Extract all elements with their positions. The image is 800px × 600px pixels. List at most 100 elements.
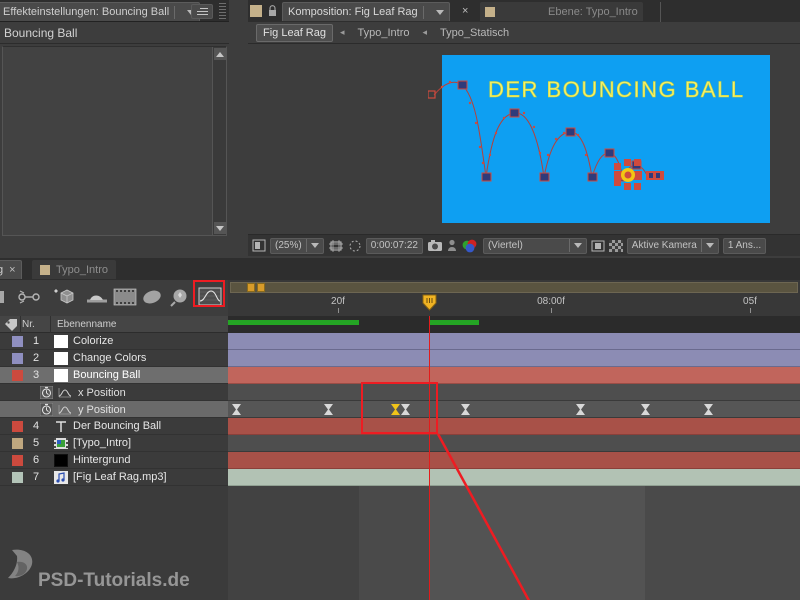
value-graph-icon[interactable] [58, 404, 72, 415]
work-area-bar[interactable] [230, 282, 798, 293]
snapshot-camera-icon[interactable] [427, 238, 443, 254]
property-name[interactable]: y Position [78, 404, 126, 416]
panel-menu-icon[interactable] [191, 4, 213, 19]
tab-ebene-typo-intro[interactable]: Ebene: Typo_Intro [480, 2, 643, 21]
vertical-scrollbar[interactable] [212, 47, 226, 235]
layer-row-4[interactable]: 4 Der Bouncing Ball [0, 418, 228, 435]
layer-name[interactable]: Der Bouncing Ball [73, 420, 161, 432]
lock-icon[interactable] [268, 5, 277, 17]
divider [569, 239, 570, 252]
keyframe-row-y-position[interactable] [228, 401, 800, 418]
panel-grip[interactable] [219, 3, 226, 19]
layer-row-6[interactable]: 6 Hintergrund [0, 452, 228, 469]
mask-visibility-icon[interactable] [348, 238, 362, 254]
keyframe-icon[interactable] [704, 404, 713, 415]
layer-name[interactable]: Hintergrund [73, 454, 130, 466]
layer-color-swatch[interactable] [12, 455, 23, 466]
breadcrumb: Fig Leaf Rag ◂ Typo_Intro ◂ Typo_Statisc… [248, 22, 800, 44]
layer-swatch [40, 265, 50, 275]
keyframe-icon[interactable] [641, 404, 650, 415]
layer-number: 4 [33, 420, 39, 432]
tab-separator [660, 2, 661, 22]
choose-grid-icon[interactable] [328, 238, 344, 254]
magnification-dropdown[interactable]: (25%) [270, 238, 324, 254]
black-solid-icon [54, 454, 68, 467]
breadcrumb-item-2[interactable]: Typo_Statisch [434, 25, 515, 41]
current-time-display[interactable]: 0:00:07:22 [366, 238, 423, 254]
chevron-down-icon[interactable] [706, 243, 714, 248]
layer-row-2[interactable]: 2 Change Colors [0, 350, 228, 367]
property-row-y-position[interactable]: y Position [0, 401, 228, 418]
layer-row-3[interactable]: 3 Bouncing Ball [0, 367, 228, 384]
keyframe-icon[interactable] [461, 404, 470, 415]
property-row-x-position[interactable]: x Position [0, 384, 228, 401]
timeline-ruler[interactable]: 20f 08:00f 05f [228, 280, 800, 316]
motion-blur-icon[interactable] [84, 287, 106, 307]
resolution-dropdown[interactable]: (Viertel) [483, 238, 587, 254]
transparency-grid-icon[interactable] [609, 238, 623, 254]
breadcrumb-item-1[interactable]: Typo_Intro [352, 25, 416, 41]
layer-swatch [485, 7, 495, 17]
parent-link-icon[interactable] [18, 287, 40, 307]
viewer-canvas-area[interactable]: DER BOUNCING BALL [248, 45, 800, 233]
layer-color-swatch[interactable] [12, 353, 23, 364]
layer-bar-bouncing-ball[interactable] [228, 367, 800, 384]
layer-color-swatch[interactable] [12, 370, 23, 381]
layer-bar-change-colors[interactable] [228, 350, 800, 367]
chevron-down-icon[interactable] [436, 10, 444, 15]
layer-row-7[interactable]: 7 [Fig Leaf Rag.mp3] [0, 469, 228, 486]
layer-color-swatch[interactable] [12, 421, 23, 432]
layer-row-1[interactable]: 1 Colorize [0, 333, 228, 350]
layer-number: 1 [33, 335, 39, 347]
close-icon[interactable]: × [462, 5, 468, 17]
tab-komposition-fig-leaf-rag[interactable]: Komposition: Fig Leaf Rag [282, 2, 450, 21]
layer-3d-icon[interactable] [50, 287, 72, 307]
scroll-down-icon[interactable] [214, 222, 226, 234]
stopwatch-icon[interactable] [40, 403, 53, 416]
layer-name[interactable]: [Typo_Intro] [73, 437, 131, 449]
layer-name[interactable]: Colorize [73, 335, 113, 347]
property-name[interactable]: x Position [78, 387, 126, 399]
value-graph-icon[interactable] [58, 387, 72, 398]
close-icon[interactable]: × [9, 264, 15, 276]
layer-bar-typo-intro[interactable] [228, 435, 800, 452]
work-area-end-handle[interactable] [257, 283, 265, 292]
show-snapshot-icon[interactable] [447, 238, 457, 254]
tab-typo-intro[interactable]: Typo_Intro [32, 260, 116, 279]
ruler-marks: 20f 08:00f 05f [228, 294, 800, 316]
layer-name[interactable]: [Fig Leaf Rag.mp3] [73, 471, 167, 483]
layer-bar-fig-leaf-rag-mp3[interactable] [228, 469, 800, 486]
layer-bar-der-bouncing-ball[interactable] [228, 418, 800, 435]
layer-name[interactable]: Bouncing Ball [73, 369, 140, 381]
create-shape-icon[interactable] [140, 287, 162, 307]
timeline-track-area[interactable] [228, 316, 800, 600]
scroll-up-icon[interactable] [214, 48, 226, 60]
views-dropdown[interactable]: 1 Ans... [723, 238, 766, 254]
stopwatch-icon[interactable] [40, 386, 53, 399]
layer-color-swatch[interactable] [12, 438, 23, 449]
playhead-marker[interactable] [422, 294, 437, 311]
layer-color-swatch[interactable] [12, 336, 23, 347]
region-of-interest-icon[interactable] [252, 238, 266, 254]
work-area-start-handle[interactable] [247, 283, 255, 292]
channel-icon[interactable] [461, 238, 479, 254]
layer-bar-hintergrund[interactable] [228, 452, 800, 469]
camera-dropdown[interactable]: Aktive Kamera [627, 238, 719, 254]
chevron-down-icon[interactable] [574, 243, 582, 248]
layer-color-swatch[interactable] [12, 472, 23, 483]
keyframe-icon[interactable] [324, 404, 333, 415]
keyframe-icon[interactable] [576, 404, 585, 415]
layer-row-5[interactable]: 5 [Typo_Intro] [0, 435, 228, 452]
layer-bar-colorize[interactable] [228, 333, 800, 350]
layer-name[interactable]: Change Colors [73, 352, 146, 364]
frame-blend-icon[interactable] [112, 287, 134, 307]
keyframe-icon[interactable] [232, 404, 241, 415]
breadcrumb-item-0[interactable]: Fig Leaf Rag [256, 24, 333, 42]
keyframe-row-x-position[interactable] [228, 384, 800, 401]
tab-effect-controls[interactable]: Effekteinstellungen: Bouncing Ball [0, 2, 200, 21]
tab-fig-leaf-rag[interactable]: g × [0, 260, 22, 279]
effect-controls-list[interactable] [2, 46, 227, 236]
region-of-interest-toggle-icon[interactable] [591, 238, 605, 254]
brainstorm-icon[interactable] [168, 287, 190, 307]
chevron-down-icon[interactable] [311, 243, 319, 248]
